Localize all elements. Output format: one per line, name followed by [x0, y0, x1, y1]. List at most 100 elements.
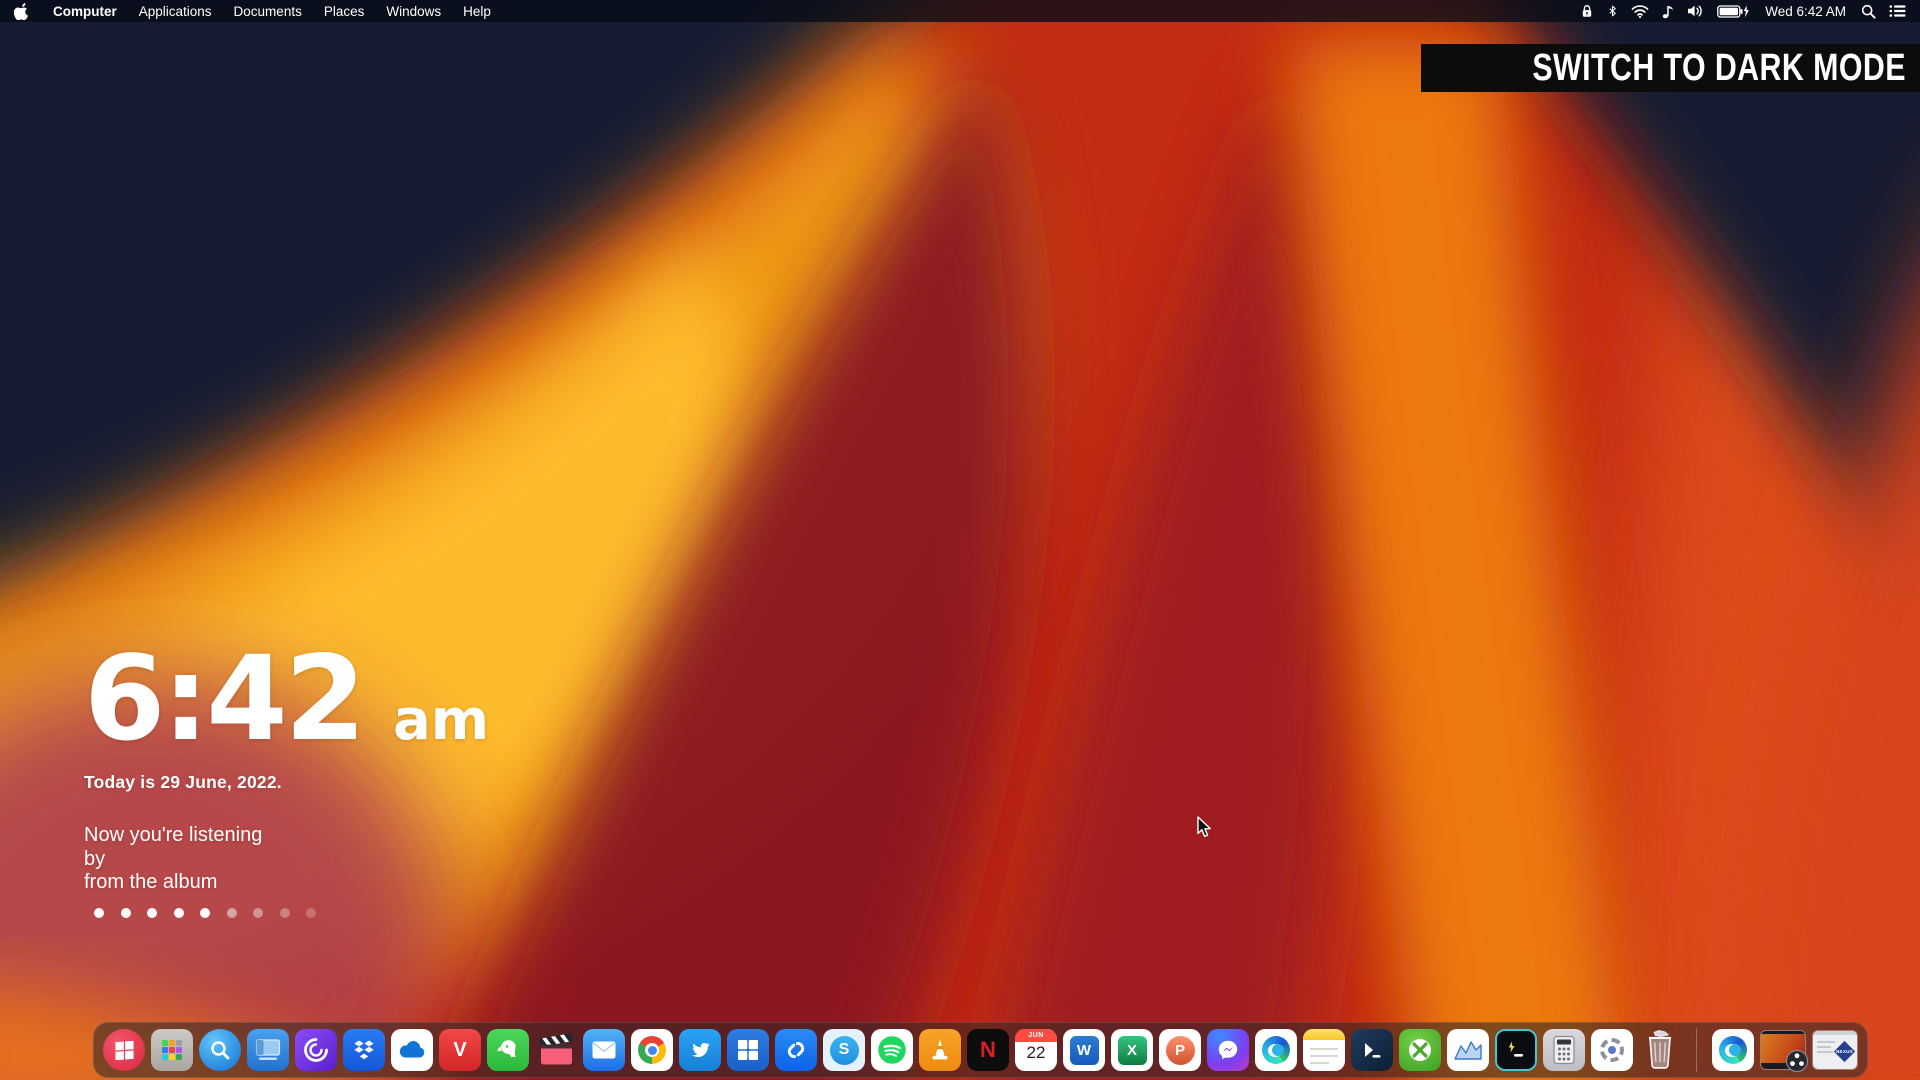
pager-dot[interactable]	[174, 908, 184, 918]
wallpaper	[0, 0, 1920, 1080]
dock-icon-bittorrent[interactable]	[295, 1029, 337, 1071]
dock-icon-evernote[interactable]	[487, 1029, 529, 1071]
menubar-clock[interactable]: Wed 6:42 AM	[1765, 4, 1846, 19]
clock-date: Today is 29 June, 2022.	[84, 772, 489, 793]
dock-icon-vivaldi[interactable]: V	[439, 1029, 481, 1071]
edge-logo	[1719, 1036, 1747, 1064]
excel-letter: X	[1118, 1036, 1147, 1065]
notes-line	[1310, 1055, 1338, 1057]
menu-documents[interactable]: Documents	[234, 4, 302, 19]
dock-icon-calculator[interactable]	[1543, 1029, 1585, 1071]
preview-titlebar	[1813, 1031, 1857, 1035]
desktop: Computer Applications Documents Places W…	[0, 0, 1920, 1080]
dock-icon-dropbox[interactable]	[343, 1029, 385, 1071]
pager-dot[interactable]	[227, 908, 237, 918]
dock-icon-excel[interactable]: X	[1111, 1029, 1153, 1071]
apple-menu-icon[interactable]	[14, 2, 29, 20]
clock-time: 6:42	[84, 640, 363, 757]
preview-menubar	[1761, 1031, 1805, 1034]
dock-icon-spotify[interactable]	[871, 1029, 913, 1071]
pager-dot[interactable]	[200, 908, 210, 918]
dock-icon-windows-start[interactable]	[103, 1029, 145, 1071]
menu-computer[interactable]: Computer	[53, 4, 117, 19]
menu-places[interactable]: Places	[324, 4, 365, 19]
menu-bar: Computer Applications Documents Places W…	[0, 0, 1920, 22]
netflix-letter: N	[980, 1037, 996, 1063]
dock-icon-mail[interactable]	[583, 1029, 625, 1071]
wifi-icon[interactable]	[1631, 4, 1649, 18]
dock-minimized-nexus-window[interactable]: NEXUS	[1812, 1030, 1858, 1070]
preview-text-line	[1817, 1046, 1831, 1048]
calendar-day: 22	[1027, 1043, 1046, 1063]
dock-icon-powerpoint[interactable]: P	[1159, 1029, 1201, 1071]
dock-icon-microsoft-store[interactable]	[727, 1029, 769, 1071]
dock-icon-calendar[interactable]: JUN 22	[1015, 1029, 1057, 1071]
dock-icon-activity-monitor[interactable]	[1447, 1029, 1489, 1071]
battery-charging-icon[interactable]	[1717, 5, 1750, 18]
search-icon[interactable]	[1861, 4, 1876, 19]
notes-line	[1310, 1048, 1338, 1050]
dock-icon-xbox[interactable]	[1399, 1029, 1441, 1071]
clock-widget: 6:42 am Today is 29 June, 2022. Now you'…	[84, 640, 489, 895]
skype-letter: S	[830, 1036, 859, 1065]
preview-text-line	[1817, 1041, 1835, 1043]
vivaldi-letter: V	[453, 1039, 466, 1062]
calendar-month: JUN	[1015, 1029, 1057, 1042]
dock-icon-imovie-clapperboard[interactable]	[535, 1029, 577, 1071]
pager-dot[interactable]	[121, 908, 131, 918]
dock-icon-trash[interactable]	[1639, 1029, 1681, 1071]
dock-icon-twitter[interactable]	[679, 1029, 721, 1071]
dock-icon-edge[interactable]	[1255, 1029, 1297, 1071]
chrome-logo	[638, 1036, 666, 1064]
gear-icon	[1600, 1038, 1624, 1062]
dock-icon-vlc[interactable]	[919, 1029, 961, 1071]
dock-minimized-obs-window[interactable]	[1760, 1030, 1806, 1070]
menu-help[interactable]: Help	[463, 4, 491, 19]
pager-dot[interactable]	[253, 908, 263, 918]
word-letter: W	[1070, 1036, 1099, 1065]
menu-applications[interactable]: Applications	[139, 4, 212, 19]
dock-icon-onedrive[interactable]	[391, 1029, 433, 1071]
pager-dot[interactable]	[94, 908, 104, 918]
dock-minimized-edge-window[interactable]	[1712, 1029, 1754, 1071]
preview-text-line	[1817, 1051, 1833, 1053]
now-playing-line: Now you're listening	[84, 824, 489, 848]
pager-dots	[94, 908, 316, 918]
pager-dot[interactable]	[147, 908, 157, 918]
edge-logo	[1262, 1036, 1290, 1064]
dock-icon-notes[interactable]	[1303, 1029, 1345, 1071]
dock-icon-messenger[interactable]	[1207, 1029, 1249, 1071]
dock-icon-chrome[interactable]	[631, 1029, 673, 1071]
dock: V	[93, 1022, 1868, 1078]
dark-mode-banner-label: SWITCH TO DARK MODE	[1532, 47, 1906, 90]
bluetooth-icon[interactable]	[1607, 3, 1618, 19]
obs-logo	[1785, 1049, 1809, 1073]
dock-icon-word[interactable]: W	[1063, 1029, 1105, 1071]
dock-icon-terminal[interactable]	[1495, 1029, 1537, 1071]
notes-top-band	[1303, 1029, 1345, 1040]
dock-icon-netflix[interactable]: N	[967, 1029, 1009, 1071]
pager-dot[interactable]	[306, 908, 316, 918]
dock-icon-spotlight-search[interactable]	[199, 1029, 241, 1071]
powerpoint-letter: P	[1166, 1036, 1195, 1065]
pager-dot[interactable]	[280, 908, 290, 918]
dock-icon-launchpad[interactable]	[151, 1029, 193, 1071]
now-playing-line: by	[84, 848, 489, 872]
now-playing-line: from the album	[84, 871, 489, 895]
dock-icon-display-app[interactable]	[247, 1029, 289, 1071]
list-menu-icon[interactable]	[1889, 4, 1906, 18]
dock-icon-shazam[interactable]	[775, 1029, 817, 1071]
music-note-icon[interactable]	[1662, 4, 1674, 19]
dock-divider	[1696, 1028, 1697, 1072]
clock-meridiem: am	[393, 688, 489, 753]
volume-icon[interactable]	[1687, 4, 1704, 18]
mouse-cursor	[1197, 816, 1217, 838]
nexus-label: NEXUS	[1834, 1049, 1855, 1054]
now-playing: Now you're listening by from the album	[84, 824, 489, 895]
lock-icon[interactable]	[1580, 3, 1594, 19]
dock-icon-powershell[interactable]	[1351, 1029, 1393, 1071]
menu-windows[interactable]: Windows	[386, 4, 441, 19]
dock-icon-settings[interactable]	[1591, 1029, 1633, 1071]
dock-icon-skype[interactable]: S	[823, 1029, 865, 1071]
dark-mode-banner[interactable]: SWITCH TO DARK MODE	[1421, 44, 1920, 92]
